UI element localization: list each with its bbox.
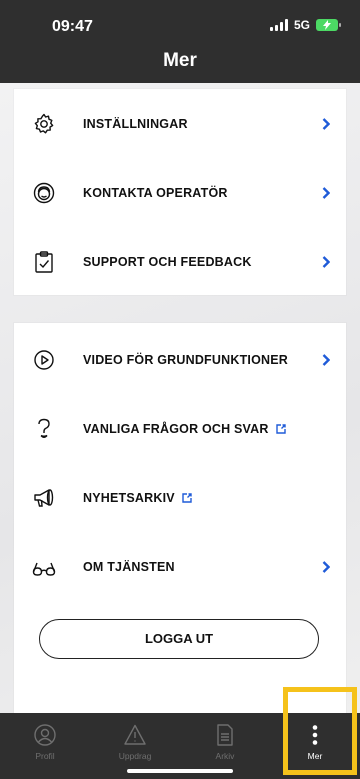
headset-operator-icon xyxy=(32,181,56,205)
page-header: Mer xyxy=(0,46,360,83)
chevron-right-icon xyxy=(322,117,330,130)
menu-item-label: KONTAKTA OPERATÖR xyxy=(83,185,228,200)
network-label: 5G xyxy=(293,18,310,32)
nyhetsarkiv-label: NYHETSARKIV xyxy=(83,490,175,505)
external-link-icon xyxy=(275,423,286,434)
charging-bolt-icon xyxy=(323,20,331,30)
menu-item-faq[interactable]: VANLIGA FRÅGOR OCH SVAR xyxy=(14,394,346,463)
page-title: Mer xyxy=(163,50,197,71)
profile-icon xyxy=(34,724,56,746)
warning-triangle-icon xyxy=(124,724,146,745)
menu-card-info: VIDEO FÖR GRUNDFUNKTIONER VANLIGA FRÅGOR… xyxy=(14,323,346,713)
tab-label: Mer xyxy=(307,751,323,761)
tab-mer[interactable]: Mer xyxy=(270,713,360,779)
chevron-right-icon xyxy=(322,186,330,199)
status-time: 09:47 xyxy=(52,18,93,35)
chevron-right-icon xyxy=(322,353,330,366)
menu-card-main: INSTÄLLNINGAR KONTAKTA OPERATÖR SUPPORT … xyxy=(14,89,346,295)
question-icon xyxy=(32,417,56,441)
settings-gear-icon xyxy=(32,112,56,136)
status-bar: 09:47 5G xyxy=(0,0,360,46)
menu-item-label: INSTÄLLNINGAR xyxy=(83,116,188,131)
faq-label: VANLIGA FRÅGOR OCH SVAR xyxy=(83,421,269,436)
tab-label: Arkiv xyxy=(215,751,235,761)
signal-icon xyxy=(269,19,288,31)
menu-item-nyhetsarkiv[interactable]: NYHETSARKIV xyxy=(14,463,346,532)
logout-button[interactable]: LOGGA UT xyxy=(39,619,319,659)
menu-item-installningar[interactable]: INSTÄLLNINGAR xyxy=(14,89,346,158)
content-area: INSTÄLLNINGAR KONTAKTA OPERATÖR SUPPORT … xyxy=(0,83,360,713)
document-icon xyxy=(217,724,233,746)
home-indicator xyxy=(127,769,233,773)
menu-item-video[interactable]: VIDEO FÖR GRUNDFUNKTIONER xyxy=(14,325,346,394)
menu-item-support-feedback[interactable]: SUPPORT OCH FEEDBACK xyxy=(14,227,346,296)
external-link-icon xyxy=(182,492,192,503)
menu-item-label: VANLIGA FRÅGOR OCH SVAR xyxy=(83,422,286,436)
chevron-right-icon xyxy=(322,255,330,268)
tab-label: Profil xyxy=(35,751,55,761)
menu-item-kontakta-operator[interactable]: KONTAKTA OPERATÖR xyxy=(14,158,346,227)
play-circle-icon xyxy=(32,348,56,372)
megaphone-icon xyxy=(32,486,56,510)
glasses-icon xyxy=(32,555,56,579)
menu-item-label: NYHETSARKIV xyxy=(83,491,192,505)
more-dots-icon xyxy=(312,725,318,745)
clipboard-check-icon xyxy=(32,250,56,274)
menu-item-om-tjansten[interactable]: OM TJÄNSTEN xyxy=(14,532,346,601)
menu-item-label: SUPPORT OCH FEEDBACK xyxy=(83,254,252,269)
tab-profil[interactable]: Profil xyxy=(0,713,90,779)
status-indicators: 5G xyxy=(269,18,341,32)
tab-label: Uppdrag xyxy=(118,751,152,761)
battery-icon xyxy=(316,19,341,31)
menu-item-label: VIDEO FÖR GRUNDFUNKTIONER xyxy=(83,352,288,367)
chevron-right-icon xyxy=(322,560,330,573)
menu-item-label: OM TJÄNSTEN xyxy=(83,559,175,574)
